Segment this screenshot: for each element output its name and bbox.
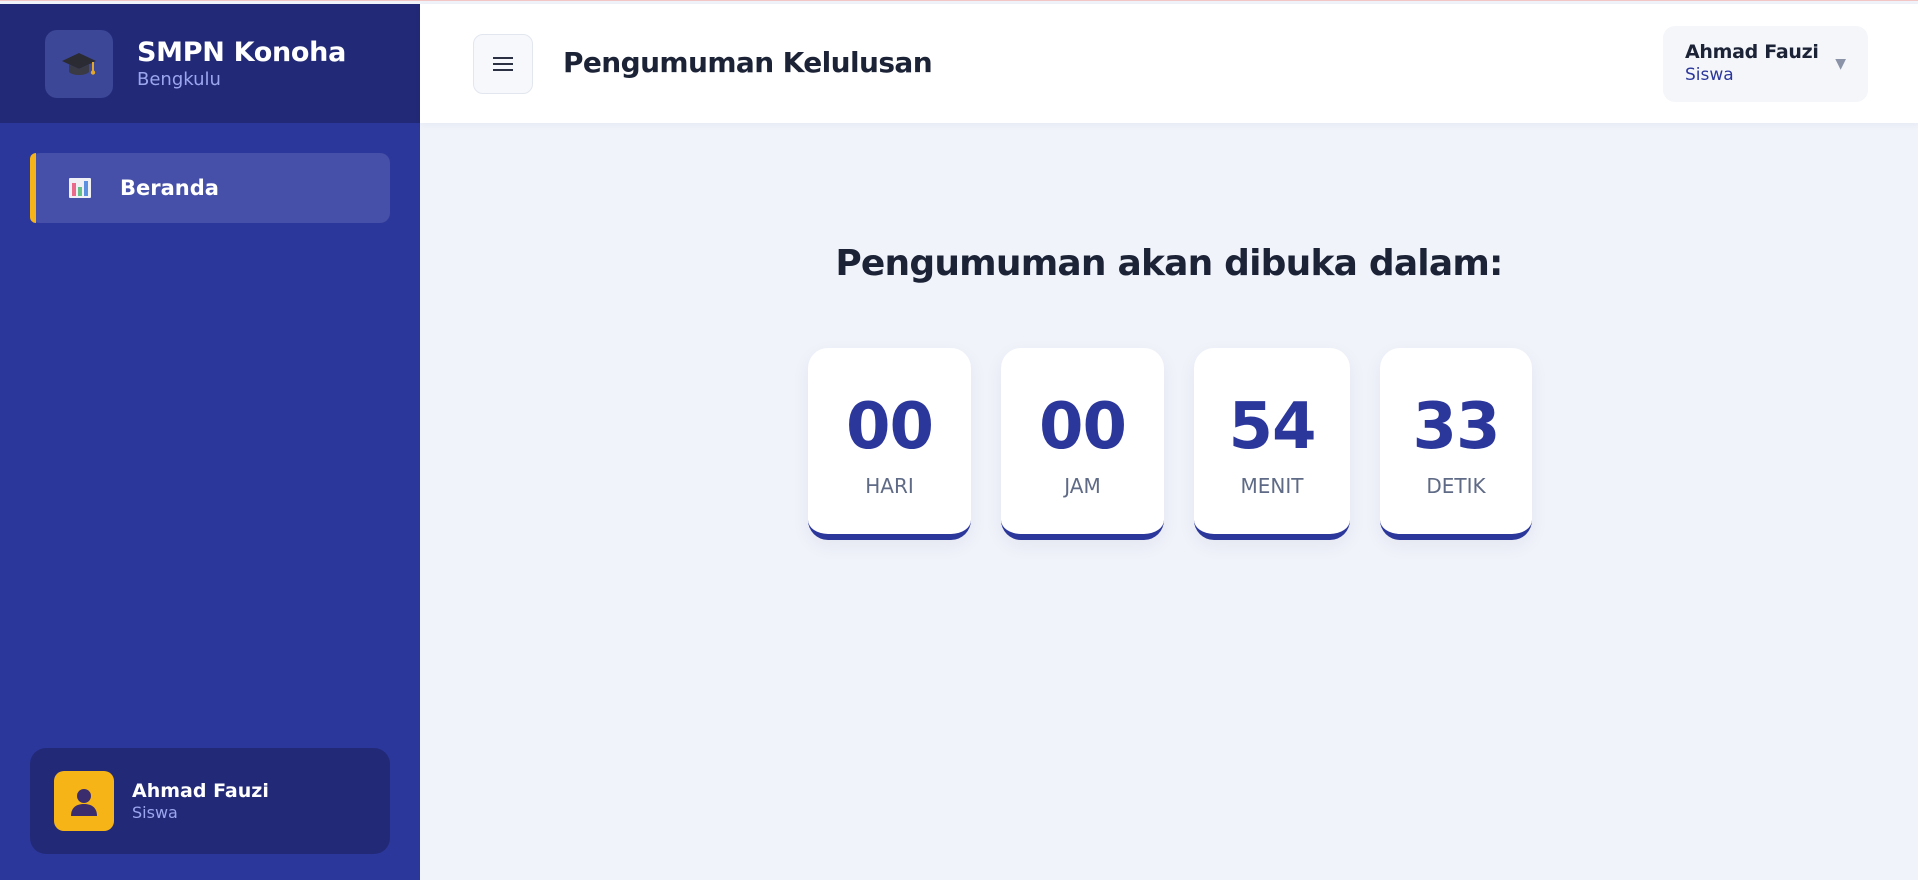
sidebar-user-card[interactable]: Ahmad Fauzi Siswa <box>30 748 390 854</box>
countdown-seconds-value: 33 <box>1412 390 1500 464</box>
countdown-seconds-label: DETIK <box>1426 474 1486 498</box>
countdown-days-label: HARI <box>865 474 914 498</box>
countdown-days-value: 00 <box>845 390 934 464</box>
hamburger-menu-icon[interactable] <box>473 34 533 94</box>
page-title: Pengumuman Kelulusan <box>563 46 933 79</box>
graduation-cap-icon <box>45 29 113 98</box>
countdown-minutes-label: MENIT <box>1240 474 1304 498</box>
countdown-hours-tile: 00 JAM <box>1001 348 1164 540</box>
countdown-hours-value: 00 <box>1038 390 1127 464</box>
sidebar-user-name: Ahmad Fauzi <box>132 780 269 802</box>
sidebar: SMPN Konoha Bengkulu Beranda Ahmad Fauzi… <box>0 4 420 880</box>
profile-dropdown[interactable]: Ahmad Fauzi Siswa ▼ <box>1663 26 1868 102</box>
countdown-seconds-tile: 33 DETIK <box>1380 348 1532 540</box>
countdown-days-tile: 00 HARI <box>808 348 971 540</box>
school-location: Bengkulu <box>137 68 221 90</box>
countdown-minutes-tile: 54 MENIT <box>1194 348 1350 540</box>
bar-chart-icon <box>68 176 92 200</box>
sidebar-user-role: Siswa <box>132 803 178 822</box>
sidebar-menu: Beranda <box>0 123 420 223</box>
countdown-title: Pengumuman akan dibuka dalam: <box>835 243 1503 284</box>
countdown-minutes-value: 54 <box>1228 390 1316 464</box>
person-silhouette-icon <box>54 771 114 831</box>
active-indicator <box>30 153 36 223</box>
sidebar-item-beranda[interactable]: Beranda <box>30 153 390 223</box>
school-name: SMPN Konoha <box>137 36 347 68</box>
chevron-down-icon: ▼ <box>1835 56 1846 72</box>
top-border <box>0 0 1918 1</box>
sidebar-brand: SMPN Konoha Bengkulu <box>0 4 420 123</box>
countdown-hours-label: JAM <box>1064 474 1101 498</box>
top-header: Pengumuman Kelulusan Ahmad Fauzi Siswa ▼ <box>420 4 1918 123</box>
sidebar-item-label: Beranda <box>120 176 219 200</box>
